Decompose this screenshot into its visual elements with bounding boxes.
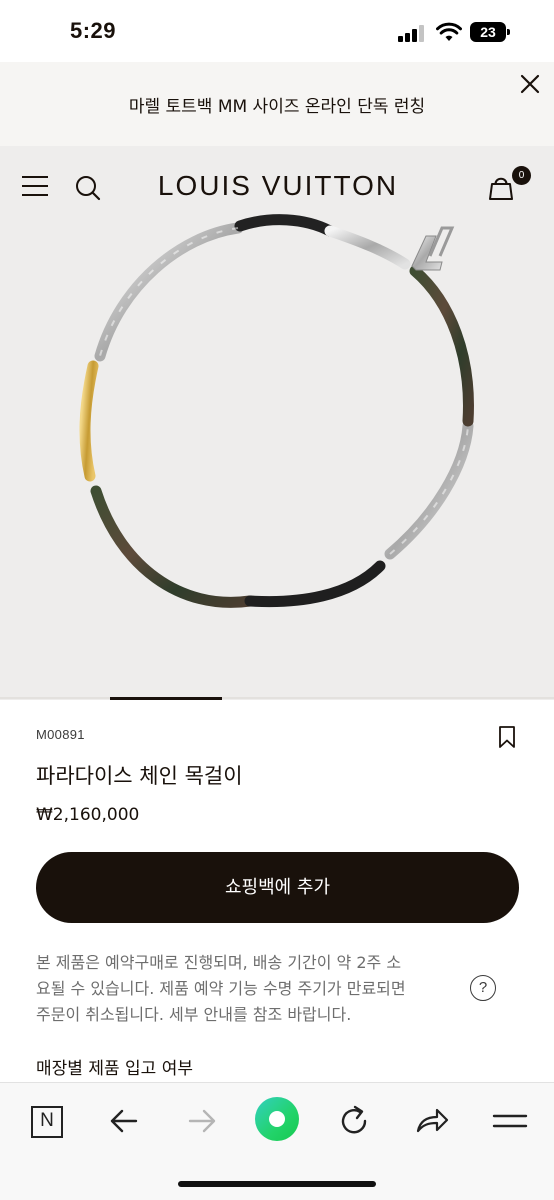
reload-icon[interactable]: [334, 1101, 374, 1141]
bookmark-icon[interactable]: [497, 725, 517, 749]
forward-arrow-icon[interactable]: [182, 1101, 222, 1141]
home-circle-icon[interactable]: [255, 1097, 299, 1141]
cellular-signal-icon: [398, 24, 428, 42]
close-icon[interactable]: [518, 72, 542, 96]
add-to-bag-button[interactable]: 쇼핑백에 추가: [36, 852, 519, 923]
store-availability-title[interactable]: 매장별 제품 입고 여부: [36, 1054, 193, 1079]
announcement-text[interactable]: 마렐 토트백 MM 사이즈 온라인 단독 런칭: [0, 92, 554, 117]
carousel-progress-indicator[interactable]: [110, 697, 222, 700]
preorder-notice: 본 제품은 예약구매로 진행되며, 배송 기간이 약 2주 소 요될 수 있습니…: [36, 950, 454, 1028]
bag-count-badge: 0: [512, 166, 531, 185]
notice-line: 본 제품은 예약구매로 진행되며, 배송 기간이 약 2주 소: [36, 953, 402, 972]
hamburger-menu-icon[interactable]: [490, 1101, 530, 1141]
search-icon[interactable]: [74, 174, 102, 202]
n-icon-label: N: [40, 1110, 54, 1131]
necklace-product-image[interactable]: [60, 206, 500, 676]
wifi-icon: [436, 22, 462, 41]
notice-line: 요될 수 있습니다. 제품 예약 기능 수명 주기가 만료되면: [36, 979, 406, 998]
product-title: 파라다이스 체인 목걸이: [36, 764, 243, 788]
status-time: 5:29: [70, 18, 117, 43]
product-price: ₩2,160,000: [36, 805, 140, 825]
menu-icon[interactable]: [22, 176, 48, 198]
battery-icon: 23: [470, 22, 510, 42]
announcement-banner[interactable]: 마렐 토트백 MM 사이즈 온라인 단독 런칭: [0, 62, 554, 146]
back-arrow-icon[interactable]: [104, 1101, 144, 1141]
notice-line: 주문이 취소됩니다. 세부 안내를 참조 바랍니다.: [36, 1005, 352, 1024]
status-bar: 5:29 23: [0, 0, 554, 62]
n-icon[interactable]: N: [28, 1101, 68, 1141]
help-icon[interactable]: ?: [470, 975, 496, 1001]
carousel-progress-track: [0, 697, 554, 699]
battery-level: 23: [470, 22, 506, 42]
home-indicator[interactable]: [178, 1181, 376, 1187]
product-sku: M00891: [36, 727, 85, 742]
share-icon[interactable]: [412, 1101, 452, 1141]
brand-logo[interactable]: LOUIS VUITTON: [150, 170, 406, 202]
product-hero: LOUIS VUITTON 0: [0, 146, 554, 700]
